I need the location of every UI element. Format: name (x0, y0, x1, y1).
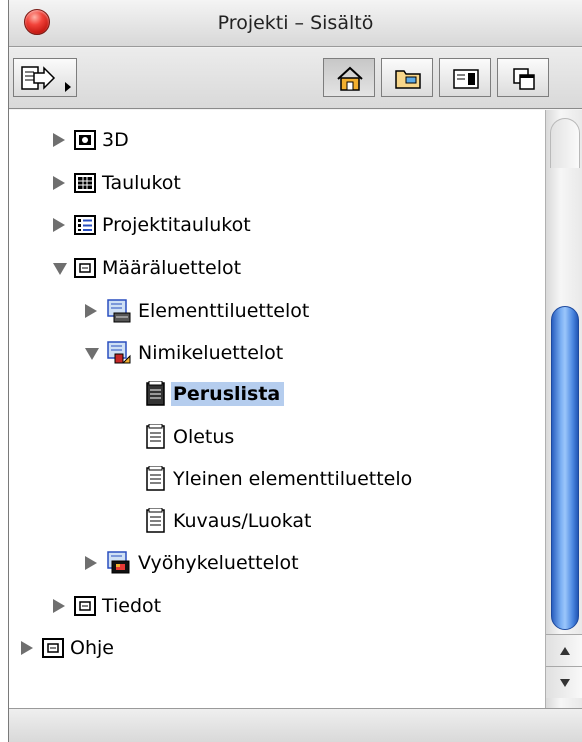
title-bar[interactable]: Projekti – Sisältö (9, 0, 582, 47)
tree-item-nimikeluettelot[interactable]: Nimikeluettelot (85, 338, 287, 368)
window-title: Projekti – Sisältö (217, 12, 374, 34)
dropdown-arrow-icon (65, 82, 71, 92)
vertical-scrollbar[interactable] (545, 110, 582, 708)
document-icon (146, 508, 165, 533)
arrow-up-icon (560, 647, 570, 655)
tree-item-label: Yleinen elementtiluettelo (173, 468, 413, 490)
arrow-down-icon (560, 679, 570, 687)
disclosure-triangle-expanded-icon[interactable] (53, 263, 67, 275)
table-icon (74, 173, 96, 193)
list-table-icon (74, 215, 96, 235)
tree-view: 3D Taulukot Projektitaulukot Määräluette… (9, 110, 545, 708)
folder-box-icon (74, 596, 96, 616)
tree-item-ohje[interactable]: Ohje (21, 633, 118, 663)
tree-item-projektitaulukot[interactable]: Projektitaulukot (53, 210, 255, 240)
view-map-button[interactable] (381, 58, 433, 97)
element-schedule-icon (107, 299, 131, 323)
tree-item-label: Ohje (70, 637, 114, 659)
disclosure-triangle-icon[interactable] (85, 556, 97, 570)
tree-item-label: Taulukot (102, 172, 181, 194)
scrollbar-track-top (550, 118, 580, 168)
folder-box-icon (42, 638, 64, 658)
tree-item-label: Nimikeluettelot (138, 342, 284, 364)
disclosure-triangle-icon[interactable] (53, 176, 65, 190)
tree-item-label: Kuvaus/Luokat (173, 510, 312, 532)
folder-icon (395, 70, 421, 89)
component-schedule-icon (107, 341, 131, 364)
disclosure-triangle-expanded-icon[interactable] (85, 348, 99, 360)
3d-icon (74, 130, 96, 150)
tree-item-kuvaus-luokat[interactable]: Kuvaus/Luokat (145, 506, 315, 536)
close-button[interactable] (24, 9, 50, 35)
disclosure-triangle-icon[interactable] (85, 304, 97, 318)
tree-item-label: 3D (102, 129, 129, 151)
scroll-up-button[interactable] (546, 634, 582, 666)
export-arrow-icon (21, 66, 56, 90)
document-icon (146, 466, 165, 491)
tree-item-peruslista[interactable]: Peruslista (145, 379, 285, 409)
disclosure-triangle-icon[interactable] (53, 218, 65, 232)
tree-item-yleinen-elementtiluettelo[interactable]: Yleinen elementtiluettelo (145, 464, 416, 494)
document-icon (146, 424, 165, 449)
toolbar (9, 48, 582, 109)
tree-item-oletus[interactable]: Oletus (145, 422, 238, 452)
disclosure-triangle-icon[interactable] (53, 599, 65, 613)
tree-item-elementtiluettelot[interactable]: Elementtiluettelot (85, 296, 313, 326)
scroll-down-button[interactable] (546, 666, 582, 698)
window-footer (9, 708, 582, 742)
document-icon (146, 381, 165, 406)
disclosure-triangle-icon[interactable] (21, 641, 33, 655)
disclosure-triangle-icon[interactable] (53, 133, 65, 147)
folder-box-icon (74, 258, 96, 278)
navigator-window: Projekti – Sisältö 3D Taulukot Projektit… (8, 0, 582, 742)
panel-icon (453, 69, 479, 89)
tree-item-3d[interactable]: 3D (53, 125, 133, 155)
house-icon (337, 66, 363, 91)
tree-item-label: Oletus (173, 426, 235, 448)
layout-book-button[interactable] (439, 58, 491, 97)
tree-item-label: Tiedot (102, 595, 162, 617)
zone-schedule-icon (107, 551, 130, 574)
tree-item-label: Projektitaulukot (102, 214, 251, 236)
tree-item-maaraluettelot[interactable]: Määräluettelot (53, 253, 245, 283)
tree-item-taulukot[interactable]: Taulukot (53, 168, 185, 198)
stacked-windows-icon (513, 68, 535, 90)
scrollbar-thumb[interactable] (551, 306, 579, 630)
tree-item-label: Elementtiluettelot (138, 300, 310, 322)
tree-item-label: Peruslista (171, 382, 285, 406)
tree-item-label: Määräluettelot (102, 257, 242, 279)
tree-item-label: Vyöhykeluettelot (138, 552, 299, 574)
project-map-button[interactable] (323, 58, 375, 97)
tree-item-vyohykeluettelot[interactable]: Vyöhykeluettelot (85, 548, 303, 578)
publisher-sets-button[interactable] (497, 58, 549, 97)
tree-item-tiedot[interactable]: Tiedot (53, 591, 165, 621)
